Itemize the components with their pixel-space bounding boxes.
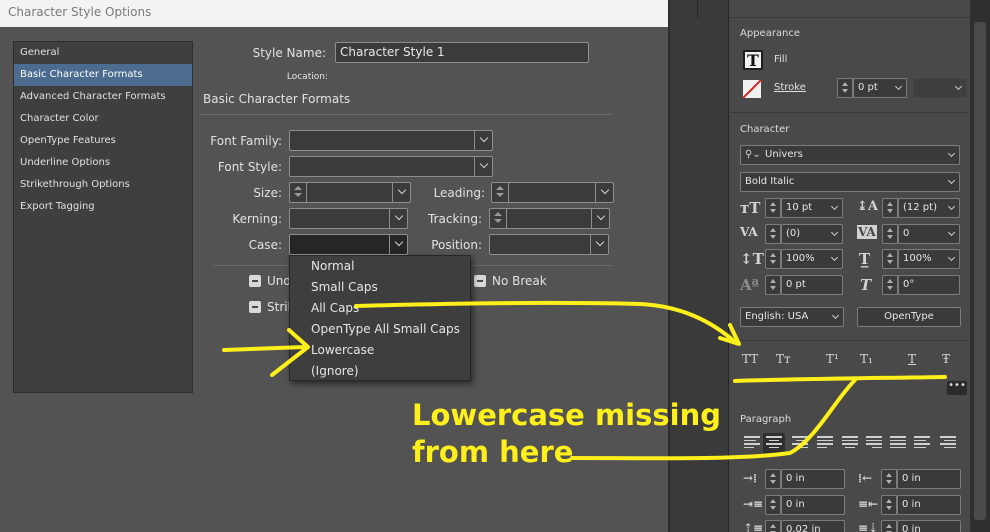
arrow-to-lowercase <box>222 345 307 352</box>
annotation-line2: from here <box>412 435 574 469</box>
underline-format-buttons <box>733 375 947 383</box>
arrowhead-lowercase <box>270 328 310 377</box>
arrow-all-caps-to-panel <box>354 300 737 344</box>
annotation-line1: Lowercase missing <box>412 398 721 432</box>
